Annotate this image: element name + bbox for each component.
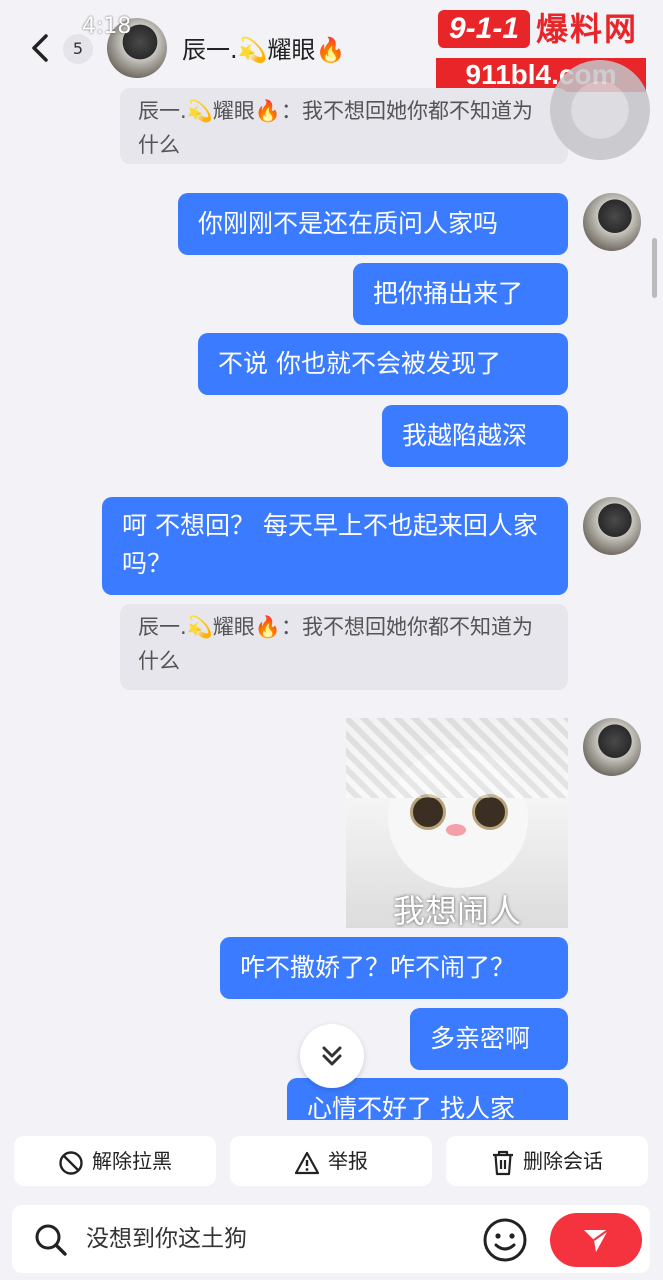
send-icon: [584, 1229, 609, 1252]
message-bubble[interactable]: 我越陷越深: [382, 405, 568, 467]
watermark-logo: 9-1-1: [438, 10, 530, 48]
message-input-bar: 没想到你这土狗: [12, 1205, 650, 1273]
action-bar: 解除拉黑 举报 删除会话: [0, 1120, 663, 1202]
unblock-button[interactable]: 解除拉黑: [14, 1136, 216, 1186]
message-bubble[interactable]: 咋不撒娇了？咋不闹了？: [220, 937, 568, 999]
message-bubble[interactable]: 呵 不想回？ 每天早上不也起来回人家吗？: [102, 497, 568, 595]
message-input[interactable]: 没想到你这土狗: [86, 1221, 247, 1257]
floating-button[interactable]: [550, 60, 650, 160]
unblock-label: 解除拉黑: [92, 1149, 172, 1173]
status-time: 4:18: [82, 14, 132, 39]
message-bubble[interactable]: 多亲密啊: [410, 1008, 568, 1070]
message-bubble[interactable]: 把你捅出来了: [353, 263, 568, 325]
contact-name[interactable]: 辰一.💫耀眼🔥: [182, 30, 345, 65]
delete-chat-button[interactable]: 删除会话: [446, 1136, 648, 1186]
cat-nose: [446, 824, 466, 836]
sticker-caption: 我想闹人: [392, 892, 521, 928]
cat-eye: [472, 794, 508, 830]
delete-chat-label: 删除会话: [523, 1149, 603, 1173]
cat-eye: [410, 794, 446, 830]
cat-sticker-image[interactable]: 我想闹人: [346, 718, 568, 928]
my-avatar[interactable]: [583, 497, 641, 555]
chevron-left-icon[interactable]: [22, 28, 62, 68]
message-bubble[interactable]: 不说 你也就不会被发现了: [198, 333, 568, 395]
my-avatar[interactable]: [583, 193, 641, 251]
scrollbar[interactable]: [652, 238, 657, 298]
trash-icon: [493, 1150, 513, 1175]
send-button[interactable]: [550, 1213, 642, 1267]
report-button[interactable]: 举报: [230, 1136, 432, 1186]
scroll-to-bottom-button[interactable]: [300, 1024, 364, 1088]
my-avatar[interactable]: [583, 718, 641, 776]
message-bubble[interactable]: 你刚刚不是还在质问人家吗: [178, 193, 568, 255]
report-label: 举报: [328, 1149, 368, 1173]
warning-icon: [294, 1151, 320, 1174]
quoted-message[interactable]: 辰一.💫耀眼🔥：我不想回她你都不知道为什么: [120, 604, 568, 690]
ban-icon: [59, 1150, 83, 1175]
emoji-icon[interactable]: [482, 1217, 528, 1263]
shower-cap: [346, 718, 568, 798]
double-chevron-down-icon: [322, 1046, 342, 1066]
watermark-title: 爆料网: [536, 10, 639, 48]
quoted-message[interactable]: 辰一.💫耀眼🔥：我不想回她你都不知道为什么: [120, 88, 568, 164]
search-icon[interactable]: [32, 1221, 70, 1259]
